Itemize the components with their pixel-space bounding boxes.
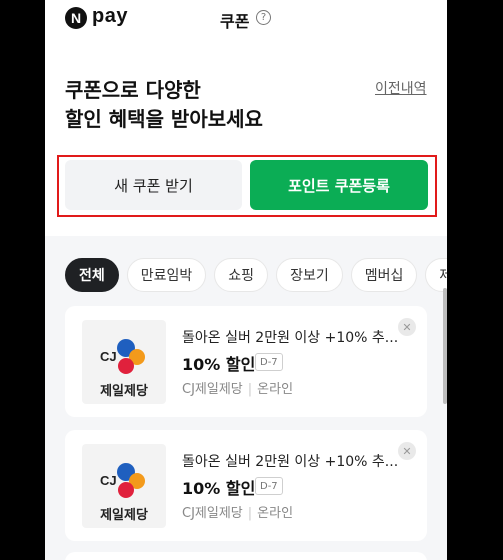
brand-name: 제일제당 xyxy=(100,508,148,523)
scrollbar[interactable] xyxy=(443,288,447,404)
coupon-title: 돌아온 실버 2만원 이상 +10% 추... xyxy=(182,330,399,346)
coupon-card[interactable]: CJ 제일제당 돌아온 실버 2만원 이상 +10% 추... 10% 할인 D… xyxy=(65,306,427,417)
npay-logo-mark: N xyxy=(65,6,87,29)
page-title: 쿠폰 xyxy=(220,12,250,31)
filter-chip-partial[interactable]: 제 xyxy=(425,258,447,292)
intro-line-2: 할인 혜택을 받아보세요 xyxy=(65,107,263,131)
coupon-channel: 온라인 xyxy=(257,382,294,397)
brand-name: 제일제당 xyxy=(100,384,148,399)
close-icon[interactable]: ✕ xyxy=(398,318,416,336)
coupon-merchant: CJ제일제당 xyxy=(182,506,243,521)
brand-logo: CJ 제일제당 xyxy=(82,444,166,528)
brand-logo-letters: CJ xyxy=(100,349,117,364)
npay-logo-text: pay xyxy=(92,5,128,27)
intro-line-1: 쿠폰으로 다양한 xyxy=(65,78,201,102)
coupon-title: 돌아온 실버 2만원 이상 +10% 추... xyxy=(182,454,399,470)
meta-divider: | xyxy=(247,382,253,397)
coupon-meta: CJ제일제당 | 온라인 xyxy=(182,502,293,521)
dday-badge: D-7 xyxy=(255,353,283,371)
coupon-discount: 10% 할인 xyxy=(182,479,256,498)
new-coupon-button[interactable]: 새 쿠폰 받기 xyxy=(65,160,242,210)
filter-chip-shopping[interactable]: 쇼핑 xyxy=(214,258,269,292)
filter-chip-expiring[interactable]: 만료임박 xyxy=(126,258,207,292)
meta-divider: | xyxy=(247,506,253,521)
intro-headline: 쿠폰으로 다양한 할인 혜택을 받아보세요 xyxy=(65,76,263,134)
coupon-card[interactable]: CJ 제일제당 돌아온 실버 2만원 이상 +10% 추... 10% 할인 D… xyxy=(65,430,427,541)
point-coupon-register-button[interactable]: 포인트 쿠폰등록 xyxy=(250,160,428,210)
brand-logo-letters: CJ xyxy=(100,473,117,488)
filter-chip-grocery[interactable]: 장보기 xyxy=(276,258,343,292)
coupon-list-area: 전체 만료임박 쇼핑 장보기 멤버십 제 CJ 제일제당 돌아온 실버 2만원 … xyxy=(45,236,447,560)
filter-chip-membership[interactable]: 멤버십 xyxy=(350,258,418,292)
history-link[interactable]: 이전내역 xyxy=(375,78,427,98)
top-bar: N pay 쿠폰 ? xyxy=(45,0,447,40)
filter-chips: 전체 만료임박 쇼핑 장보기 멤버십 제 xyxy=(65,258,447,294)
filter-chip-all[interactable]: 전체 xyxy=(65,258,119,292)
coupon-merchant: CJ제일제당 xyxy=(182,382,243,397)
dday-badge: D-7 xyxy=(255,477,283,495)
help-icon[interactable]: ? xyxy=(256,10,271,25)
app-screen: N pay 쿠폰 ? 쿠폰으로 다양한 할인 혜택을 받아보세요 이전내역 새 … xyxy=(45,0,447,560)
npay-logo[interactable]: N pay xyxy=(65,5,128,29)
coupon-discount: 10% 할인 xyxy=(182,355,256,374)
coupon-card-partial[interactable] xyxy=(65,552,427,560)
coupon-channel: 온라인 xyxy=(257,506,294,521)
coupon-meta: CJ제일제당 | 온라인 xyxy=(182,378,293,397)
brand-logo: CJ 제일제당 xyxy=(82,320,166,404)
close-icon[interactable]: ✕ xyxy=(398,442,416,460)
